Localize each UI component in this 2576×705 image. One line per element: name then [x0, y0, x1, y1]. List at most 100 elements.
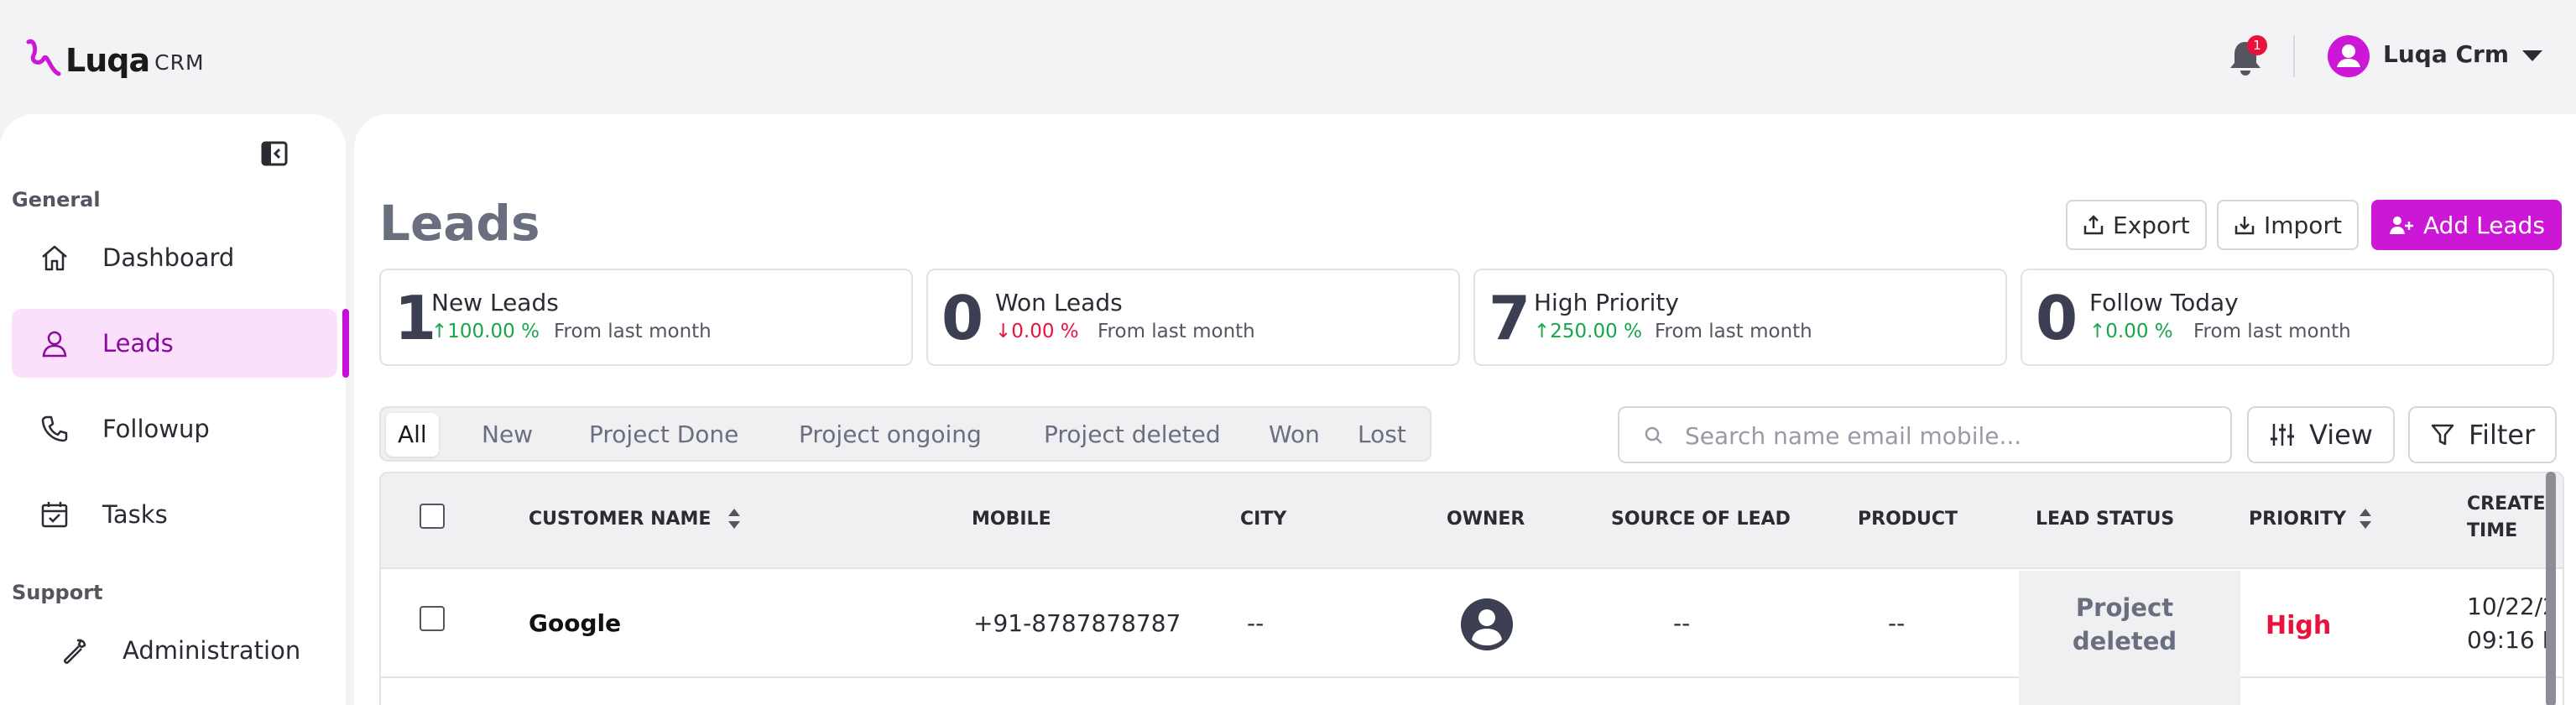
row-checkbox[interactable]	[420, 606, 445, 631]
export-label: Export	[2113, 211, 2190, 239]
sidebar-section-support: Support	[12, 581, 103, 604]
search-icon	[1645, 426, 1662, 444]
sidebar-section-general: General	[12, 188, 101, 212]
tab-project-deleted[interactable]: Project deleted	[1032, 413, 1233, 457]
sort-icon[interactable]	[2358, 507, 2373, 530]
top-bar: Luqa CRM 1 Luqa Crm	[0, 0, 2576, 114]
sidebar: General Dashboard Leads Followup Tasks S…	[0, 114, 349, 705]
page-title: Leads	[379, 195, 540, 252]
source-of-lead: --	[1673, 609, 1691, 637]
stat-change: ↑0.00 %	[2089, 321, 2173, 342]
leads-table: CUSTOMER NAME MOBILE CITY OWNER SOURCE O…	[379, 472, 2564, 705]
import-icon	[2234, 214, 2255, 236]
import-button[interactable]: Import	[2217, 200, 2359, 250]
sort-icon[interactable]	[727, 507, 742, 530]
sidebar-item-dashboard[interactable]: Dashboard	[12, 223, 337, 292]
user-name[interactable]: Luqa Crm	[2383, 40, 2509, 68]
wrench-icon	[54, 629, 96, 671]
search-box	[1618, 406, 2232, 463]
stat-from: From last month	[1655, 321, 1812, 342]
stat-title: Follow Today	[2089, 289, 2239, 316]
column-header-mobile[interactable]: MOBILE	[972, 509, 1051, 530]
import-label: Import	[2264, 211, 2342, 239]
active-indicator	[342, 309, 349, 378]
chevron-down-icon[interactable]	[2522, 50, 2542, 61]
home-icon	[34, 237, 76, 279]
stat-card-follow-today: 0 Follow Today ↑0.00 % From last month	[2021, 269, 2554, 366]
stat-value: 7	[1489, 283, 1531, 353]
filter-button[interactable]: Filter	[2408, 406, 2558, 463]
owner-avatar-icon[interactable]	[1460, 598, 1514, 651]
tab-new[interactable]: New	[470, 413, 545, 457]
sidebar-item-tasks[interactable]: Tasks	[12, 480, 337, 549]
select-all-checkbox[interactable]	[420, 504, 445, 529]
export-icon	[2083, 214, 2104, 236]
column-header-priority[interactable]: PRIORITY	[2249, 509, 2346, 530]
stat-from: From last month	[554, 321, 712, 342]
sliders-icon	[2269, 421, 2296, 448]
sidebar-item-label: Leads	[102, 329, 174, 358]
city: --	[1247, 609, 1265, 637]
tab-all[interactable]: All	[386, 413, 439, 457]
lead-status-cell: Project deleted	[2019, 571, 2240, 705]
scrollbar-thumb[interactable]	[2546, 472, 2556, 705]
users-icon	[34, 322, 76, 364]
phone-icon	[34, 408, 76, 450]
column-header-customer-name[interactable]: CUSTOMER NAME	[529, 509, 711, 530]
stat-title: Won Leads	[995, 289, 1123, 316]
stat-from: From last month	[1098, 321, 1255, 342]
sidebar-item-administration[interactable]: Administration	[12, 616, 337, 685]
sidebar-item-leads[interactable]: Leads	[12, 309, 349, 378]
view-button[interactable]: View	[2247, 406, 2395, 463]
tab-project-ongoing[interactable]: Project ongoing	[787, 413, 993, 457]
main-panel: Leads Export Import Add Leads 1 New Lead…	[354, 114, 2576, 705]
search-input[interactable]	[1685, 420, 2205, 452]
sidebar-item-label: Dashboard	[102, 243, 235, 272]
stat-change: ↑250.00 %	[1534, 321, 1642, 342]
column-header-owner[interactable]: OWNER	[1447, 509, 1525, 530]
arrow-up-icon: ↑	[2089, 321, 2106, 342]
column-header-created-line1[interactable]: CREATE	[2467, 494, 2545, 514]
stat-from: From last month	[2193, 321, 2351, 342]
stat-value: 0	[941, 283, 984, 353]
priority-badge: High	[2266, 611, 2332, 640]
sidebar-collapse-icon[interactable]	[260, 139, 289, 168]
customer-name[interactable]: Google	[529, 609, 621, 637]
mobile: +91-8787878787	[973, 609, 1181, 637]
sidebar-item-followup[interactable]: Followup	[12, 394, 337, 463]
logo-subtitle: CRM	[154, 50, 205, 75]
table-row[interactable]: Google +91-8787878787 -- -- -- Project d…	[381, 571, 2563, 705]
add-leads-button[interactable]: Add Leads	[2371, 200, 2562, 250]
add-leads-label: Add Leads	[2423, 211, 2545, 239]
logo-mark-icon	[26, 39, 61, 76]
column-header-source[interactable]: SOURCE OF LEAD	[1611, 509, 1791, 530]
created-date: 10/22/2	[2467, 593, 2558, 620]
tab-project-done[interactable]: Project Done	[577, 413, 750, 457]
stat-title: New Leads	[431, 289, 559, 316]
sidebar-item-label: Tasks	[102, 500, 168, 529]
stat-card-won-leads: 0 Won Leads ↓0.00 % From last month	[926, 269, 1460, 366]
lead-status[interactable]: Project deleted	[2049, 591, 2200, 658]
tab-won[interactable]: Won	[1257, 413, 1332, 457]
tab-lost[interactable]: Lost	[1346, 413, 1418, 457]
logo[interactable]: Luqa CRM	[25, 37, 205, 77]
stat-card-high-priority: 7 High Priority ↑250.00 % From last mont…	[1473, 269, 2007, 366]
export-button[interactable]: Export	[2066, 200, 2207, 250]
filter-icon	[2430, 422, 2455, 447]
created-time: 09:16 P	[2467, 626, 2557, 654]
arrow-down-icon: ↓	[995, 321, 1012, 342]
column-header-lead-status[interactable]: LEAD STATUS	[2036, 509, 2174, 530]
stat-card-new-leads: 1 New Leads ↑100.00 % From last month	[379, 269, 913, 366]
stat-title: High Priority	[1534, 289, 1679, 316]
header-divider	[2293, 35, 2295, 77]
avatar[interactable]	[2328, 35, 2370, 77]
stat-value: 0	[2036, 283, 2078, 353]
column-header-created-line2[interactable]: TIME	[2467, 520, 2517, 541]
column-header-product[interactable]: PRODUCT	[1858, 509, 1958, 530]
user-icon	[2337, 44, 2360, 67]
column-header-city[interactable]: CITY	[1240, 509, 1286, 530]
filter-label: Filter	[2469, 419, 2536, 451]
table-scrollbar[interactable]	[2546, 472, 2556, 705]
sidebar-item-label: Administration	[123, 636, 301, 665]
add-user-icon	[2388, 214, 2415, 236]
